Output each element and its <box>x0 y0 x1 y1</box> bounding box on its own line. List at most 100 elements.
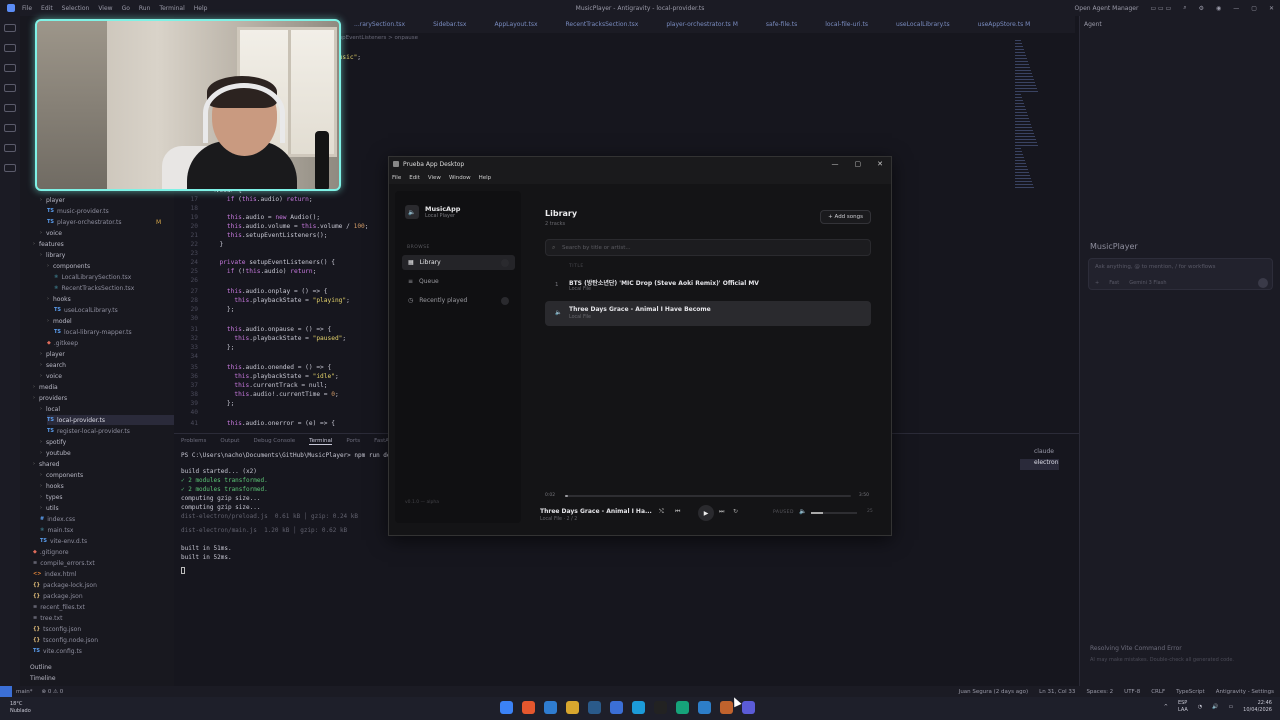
tab-2[interactable]: AppLayout.tsx <box>480 16 551 33</box>
explorer-item[interactable]: › spotify <box>40 437 66 447</box>
explorer-item[interactable]: › player <box>40 349 65 359</box>
settings-icon[interactable]: ⚙ <box>1199 5 1204 12</box>
tray-chevron-icon[interactable]: ^ <box>1164 704 1168 710</box>
app-menu-view[interactable]: View <box>428 175 441 181</box>
search-icon[interactable] <box>4 44 16 52</box>
explorer-item[interactable]: ≡ tree.txt <box>33 613 62 623</box>
menu-view[interactable]: View <box>98 5 112 12</box>
minimap[interactable] <box>1015 40 1039 200</box>
layout-icon[interactable]: ▭ ▭ ▭ <box>1150 5 1171 12</box>
remote-icon[interactable] <box>4 124 16 132</box>
explorer-item[interactable]: › hooks <box>47 294 71 304</box>
shuffle-icon[interactable]: ⤭ <box>659 508 664 516</box>
tab-4[interactable]: player-orchestrator.ts M <box>652 16 752 33</box>
explorer-item[interactable]: ◆ .gitkeep <box>47 338 78 348</box>
app-menu-window[interactable]: Window <box>449 175 471 181</box>
close-button[interactable]: ✕ <box>1269 5 1274 12</box>
taskbar-app-icon[interactable] <box>632 701 645 714</box>
tab-1[interactable]: Sidebar.tsx <box>419 16 480 33</box>
app-close-button[interactable]: ✕ <box>877 160 883 168</box>
git-blame[interactable]: Juan Segura (2 days ago) <box>959 689 1028 695</box>
track-row[interactable]: 🔈 Three Days Grace - Animal I Have Become… <box>545 301 871 326</box>
explorer-item[interactable]: › voice <box>40 371 62 381</box>
panel-tab-ports[interactable]: Ports <box>346 438 360 445</box>
menu-terminal[interactable]: Terminal <box>159 5 184 12</box>
taskbar-app-icon[interactable] <box>676 701 689 714</box>
taskbar-app-icon[interactable] <box>654 701 667 714</box>
tab-8[interactable]: useAppStore.ts M <box>964 16 1045 33</box>
branch-indicator[interactable]: main* <box>16 689 33 695</box>
add-context-button[interactable]: + <box>1095 280 1099 286</box>
settings-link[interactable]: Antigravity - Settings <box>1216 689 1274 695</box>
wifi-icon[interactable]: ◔ <box>1198 704 1202 710</box>
app-maximize-button[interactable]: ▢ <box>855 160 862 168</box>
menu-edit[interactable]: Edit <box>41 5 53 12</box>
volume-icon[interactable]: 🔈 <box>799 508 806 515</box>
panel-tab-debug-console[interactable]: Debug Console <box>253 438 295 445</box>
menu-selection[interactable]: Selection <box>62 5 90 12</box>
nav-recently-played[interactable]: ◷ Recently played <box>402 293 515 308</box>
panel-tab-problems[interactable]: Problems <box>181 438 206 445</box>
clock[interactable]: 22:46 10/04/2026 <box>1243 700 1272 714</box>
panel-tab-output[interactable]: Output <box>220 438 239 445</box>
next-icon[interactable]: ⏭ <box>719 508 724 516</box>
problems-indicator[interactable]: ⊗ 0 ⚠ 0 <box>42 689 64 695</box>
taskbar-app-icon[interactable] <box>610 701 623 714</box>
agent-icon[interactable] <box>4 164 16 172</box>
keyboard-language[interactable]: ESP <box>1178 700 1188 707</box>
app-menu-file[interactable]: File <box>392 175 401 181</box>
explorer-item[interactable]: ≡ compile_errors.txt <box>33 558 95 568</box>
explorer-item[interactable]: › media <box>33 382 58 392</box>
explorer-icon[interactable] <box>4 24 16 32</box>
extensions-icon[interactable] <box>4 104 16 112</box>
line-ending[interactable]: CRLF <box>1151 689 1165 695</box>
cursor-position[interactable]: Ln 31, Col 33 <box>1039 689 1075 695</box>
explorer-item[interactable]: # index.css <box>40 514 75 524</box>
explorer-item[interactable]: › hooks <box>40 481 64 491</box>
explorer-item[interactable]: {} tsconfig.json <box>33 624 81 634</box>
progress-slider[interactable] <box>565 495 851 497</box>
weather-widget[interactable]: 18°C Nublado <box>10 701 31 715</box>
track-row[interactable]: 1 BTS (방탄소년단) 'MIC Drop (Steve Aoki Remix… <box>545 273 871 298</box>
explorer-item[interactable]: › youtube <box>40 448 71 458</box>
explorer-item[interactable]: {} package-lock.json <box>33 580 97 590</box>
explorer-item[interactable]: TS local-provider.ts <box>47 415 174 425</box>
agent-input[interactable]: Ask anything, @ to mention, / for workfl… <box>1088 258 1273 290</box>
minimize-button[interactable]: — <box>1233 5 1239 12</box>
tab-6[interactable]: local-file-uri.ts <box>811 16 882 33</box>
menu-run[interactable]: Run <box>139 5 151 12</box>
explorer-item[interactable]: › shared <box>33 459 59 469</box>
explorer-item[interactable]: TS vite-env.d.ts <box>40 536 87 546</box>
terminal-item-claude[interactable]: claude <box>1020 448 1059 459</box>
tab-0[interactable]: ...rarySection.tsx <box>340 16 419 33</box>
explorer-item[interactable]: TS local-library-mapper.ts <box>54 327 132 337</box>
track-search-input[interactable] <box>562 242 862 253</box>
play-button[interactable]: ▶ <box>698 505 714 521</box>
explorer-item[interactable]: TS player-orchestrator.ts M <box>47 217 161 227</box>
testing-icon[interactable] <box>4 144 16 152</box>
explorer-item[interactable]: <> index.html <box>33 569 76 579</box>
explorer-item[interactable]: ⚛ main.tsx <box>40 525 73 535</box>
indentation[interactable]: Spaces: 2 <box>1086 689 1113 695</box>
send-icon[interactable] <box>1258 278 1268 288</box>
explorer-item[interactable]: TS vite.config.ts <box>33 646 82 656</box>
explorer-item[interactable]: {} package.json <box>33 591 83 601</box>
nav-queue[interactable]: ≡ Queue <box>402 274 515 289</box>
menu-file[interactable]: File <box>22 5 32 12</box>
explorer-item[interactable]: › player <box>40 195 65 205</box>
panel-tab-terminal[interactable]: Terminal <box>309 438 333 445</box>
explorer-item[interactable]: TS useLocalLibrary.ts <box>54 305 118 315</box>
battery-icon[interactable]: ▭ <box>1228 704 1233 710</box>
volume-icon[interactable]: 🔊 <box>1212 704 1218 710</box>
outline-section[interactable]: Outline <box>20 664 56 675</box>
explorer-item[interactable]: ⚛ RecentTracksSection.tsx <box>54 283 134 293</box>
explorer-item[interactable]: › voice <box>40 228 62 238</box>
run-debug-icon[interactable] <box>4 84 16 92</box>
tab-7[interactable]: useLocalLibrary.ts <box>882 16 964 33</box>
search-icon[interactable]: ⌕ <box>1183 4 1186 12</box>
keyboard-layout[interactable]: LAA <box>1178 707 1188 714</box>
app-minimize-button[interactable]: — <box>832 160 839 168</box>
maximize-button[interactable]: ▢ <box>1251 5 1257 12</box>
explorer-item[interactable]: ◆ .gitignore <box>33 547 69 557</box>
taskbar-app-icon[interactable] <box>566 701 579 714</box>
